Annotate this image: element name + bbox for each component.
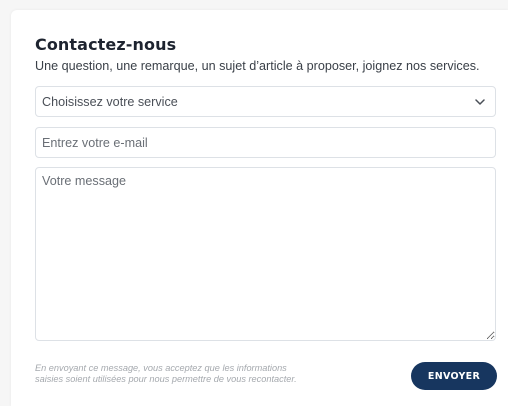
message-textarea[interactable] (35, 167, 496, 341)
contact-form-card: Contactez-nous Une question, une remarqu… (11, 10, 508, 406)
email-field[interactable] (35, 127, 496, 158)
send-button[interactable]: ENVOYER (411, 362, 497, 390)
chevron-down-icon (469, 91, 491, 113)
form-title: Contactez-nous (35, 35, 177, 54)
service-select[interactable]: Choisissez votre service (35, 86, 496, 117)
form-subtitle: Une question, une remarque, un sujet d’a… (35, 59, 480, 73)
consent-disclaimer: En envoyant ce message, vous acceptez qu… (35, 363, 365, 385)
disclaimer-line: En envoyant ce message, vous acceptez qu… (35, 363, 287, 373)
disclaimer-line: saisies soient utilisées pour nous perme… (35, 374, 297, 384)
service-select-value: Choisissez votre service (42, 94, 178, 109)
